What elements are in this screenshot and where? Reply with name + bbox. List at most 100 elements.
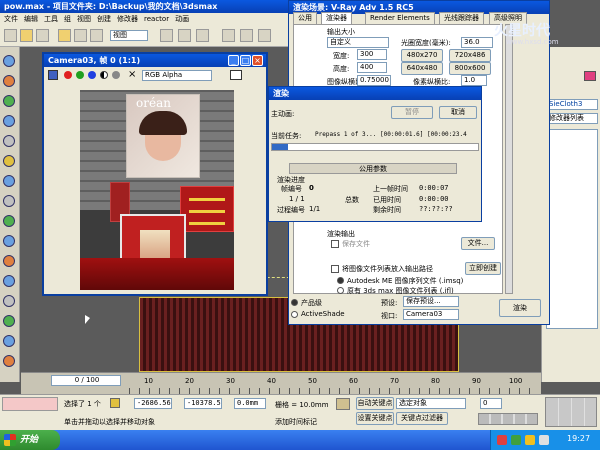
tray-icon-3[interactable]	[525, 435, 535, 445]
key-icon[interactable]	[336, 398, 350, 410]
viewport-nav-controls[interactable]	[545, 397, 597, 427]
preset-800x600[interactable]: 800x600	[449, 62, 491, 75]
y-coordinate-field[interactable]: -10378.5	[184, 398, 222, 409]
motion-icon[interactable]	[3, 115, 15, 127]
shape-icon[interactable]	[3, 295, 15, 307]
modifier-stack[interactable]	[546, 129, 598, 329]
frame-field[interactable]: 0	[480, 398, 502, 409]
selected-object-dropdown[interactable]: 选定对象	[396, 398, 466, 409]
green-channel-icon[interactable]	[76, 71, 84, 79]
render-setup-scrollbar[interactable]	[505, 24, 513, 294]
production-radio[interactable]	[291, 299, 298, 306]
angle-snap-icon[interactable]	[178, 29, 191, 42]
key-filters-button[interactable]: 关键点过滤器	[396, 412, 448, 425]
time-tag[interactable]: 添加时间标记	[275, 417, 317, 427]
blue-channel-icon[interactable]	[88, 71, 96, 79]
cancel-button[interactable]: 取消	[439, 106, 477, 119]
color-swatch[interactable]	[584, 71, 596, 81]
menu-modifiers[interactable]: 修改器	[117, 13, 138, 25]
put-images-checkbox[interactable]	[331, 265, 339, 273]
viewport-dropdown[interactable]: Camera03	[403, 309, 459, 320]
tray-icon-1[interactable]	[497, 435, 507, 445]
maxscript-listener[interactable]	[2, 397, 58, 411]
compound-icon[interactable]	[3, 315, 15, 327]
minimize-icon[interactable]: _	[228, 55, 239, 66]
menu-group[interactable]: 组	[64, 13, 71, 25]
pause-button[interactable]: 暂停	[391, 106, 433, 119]
clear-icon[interactable]: ×	[128, 69, 136, 81]
preset-720x486[interactable]: 720x486	[449, 49, 491, 62]
menu-animation[interactable]: 动画	[175, 13, 189, 25]
modify-icon[interactable]	[3, 75, 15, 87]
tab-renderer[interactable]: 渲染器	[321, 12, 352, 24]
create-now-button[interactable]: 立即创建	[465, 262, 501, 275]
red-channel-icon[interactable]	[64, 71, 72, 79]
image-aspect-field[interactable]: 0.75000	[357, 75, 391, 86]
activeshade-radio[interactable]	[291, 311, 298, 318]
rotate-icon[interactable]	[74, 29, 87, 42]
set-key-button[interactable]: 设置关键点	[356, 412, 394, 425]
close-icon[interactable]: ×	[252, 55, 263, 66]
select-icon[interactable]	[20, 29, 33, 42]
modifier-list-dropdown[interactable]: 修改器列表	[546, 113, 598, 124]
menu-edit[interactable]: 编辑	[24, 13, 38, 25]
x-coordinate-field[interactable]: -2686.56	[134, 398, 172, 409]
save-image-icon[interactable]	[48, 70, 58, 80]
light-icon[interactable]	[3, 175, 15, 187]
height-field[interactable]: 400	[357, 62, 387, 73]
select-region-icon[interactable]	[36, 29, 49, 42]
maximize-icon[interactable]: □	[240, 55, 251, 66]
main-title-bar: pow.max - 项目文件夹: D:\Backup\我的文档\3dsmax	[0, 0, 290, 13]
save-file-checkbox[interactable]	[331, 240, 339, 248]
preset-480x270[interactable]: 480x270	[401, 49, 443, 62]
utilities-icon[interactable]	[3, 155, 15, 167]
move-icon[interactable]	[58, 29, 71, 42]
material-icon[interactable]	[3, 355, 15, 367]
tray-icon-4[interactable]	[539, 435, 549, 445]
channel-dropdown[interactable]: RGB Alpha	[142, 70, 212, 81]
camera-icon[interactable]	[3, 195, 15, 207]
time-slider[interactable]: 0 / 100	[51, 375, 121, 386]
preset-640x480[interactable]: 640x480	[401, 62, 443, 75]
particle-icon[interactable]	[3, 275, 15, 287]
background-swatch[interactable]	[230, 70, 242, 80]
legacy-radio[interactable]	[337, 287, 344, 294]
output-size-dropdown[interactable]: 自定义	[327, 37, 389, 48]
menu-tools[interactable]: 工具	[44, 13, 58, 25]
alpha-channel-icon[interactable]	[100, 71, 108, 79]
files-button[interactable]: 文件...	[461, 237, 495, 250]
modifier-name-field[interactable]: SieCloth3	[546, 99, 598, 110]
percent-snap-icon[interactable]	[196, 29, 209, 42]
menu-create[interactable]: 创建	[97, 13, 111, 25]
layer-icon[interactable]	[258, 29, 271, 42]
snap-icon[interactable]	[160, 29, 173, 42]
tray-icon-2[interactable]	[511, 435, 521, 445]
width-field[interactable]: 300	[357, 49, 387, 60]
preset-dropdown[interactable]: 保存预设...	[403, 296, 459, 307]
align-icon[interactable]	[240, 29, 253, 42]
helper-icon[interactable]	[3, 215, 15, 227]
menu-reactor[interactable]: reactor	[144, 13, 169, 25]
mirror-icon[interactable]	[222, 29, 235, 42]
z-coordinate-field[interactable]: 0.0mm	[234, 398, 266, 409]
tab-common[interactable]: 公用	[293, 12, 317, 24]
playback-controls[interactable]	[478, 413, 538, 425]
script-icon[interactable]	[3, 335, 15, 347]
undo-icon[interactable]	[4, 29, 17, 42]
autodesk-radio[interactable]	[337, 277, 344, 284]
hierarchy-icon[interactable]	[3, 95, 15, 107]
create-icon[interactable]	[3, 55, 15, 67]
render-button[interactable]: 渲染	[499, 299, 541, 317]
menu-file[interactable]: 文件	[4, 13, 18, 25]
spacewarp-icon[interactable]	[3, 235, 15, 247]
menu-views[interactable]: 视图	[77, 13, 91, 25]
tab-render-elements[interactable]: Render Elements	[365, 12, 435, 24]
mono-icon[interactable]	[112, 71, 120, 79]
systems-icon[interactable]	[3, 255, 15, 267]
scale-icon[interactable]	[90, 29, 103, 42]
lock-icon[interactable]	[110, 398, 120, 408]
view-dropdown[interactable]: 视图	[110, 30, 148, 41]
display-icon[interactable]	[3, 135, 15, 147]
auto-key-button[interactable]: 自动关键点	[356, 397, 394, 410]
pixel-aspect-field[interactable]: 1.0	[461, 75, 487, 86]
